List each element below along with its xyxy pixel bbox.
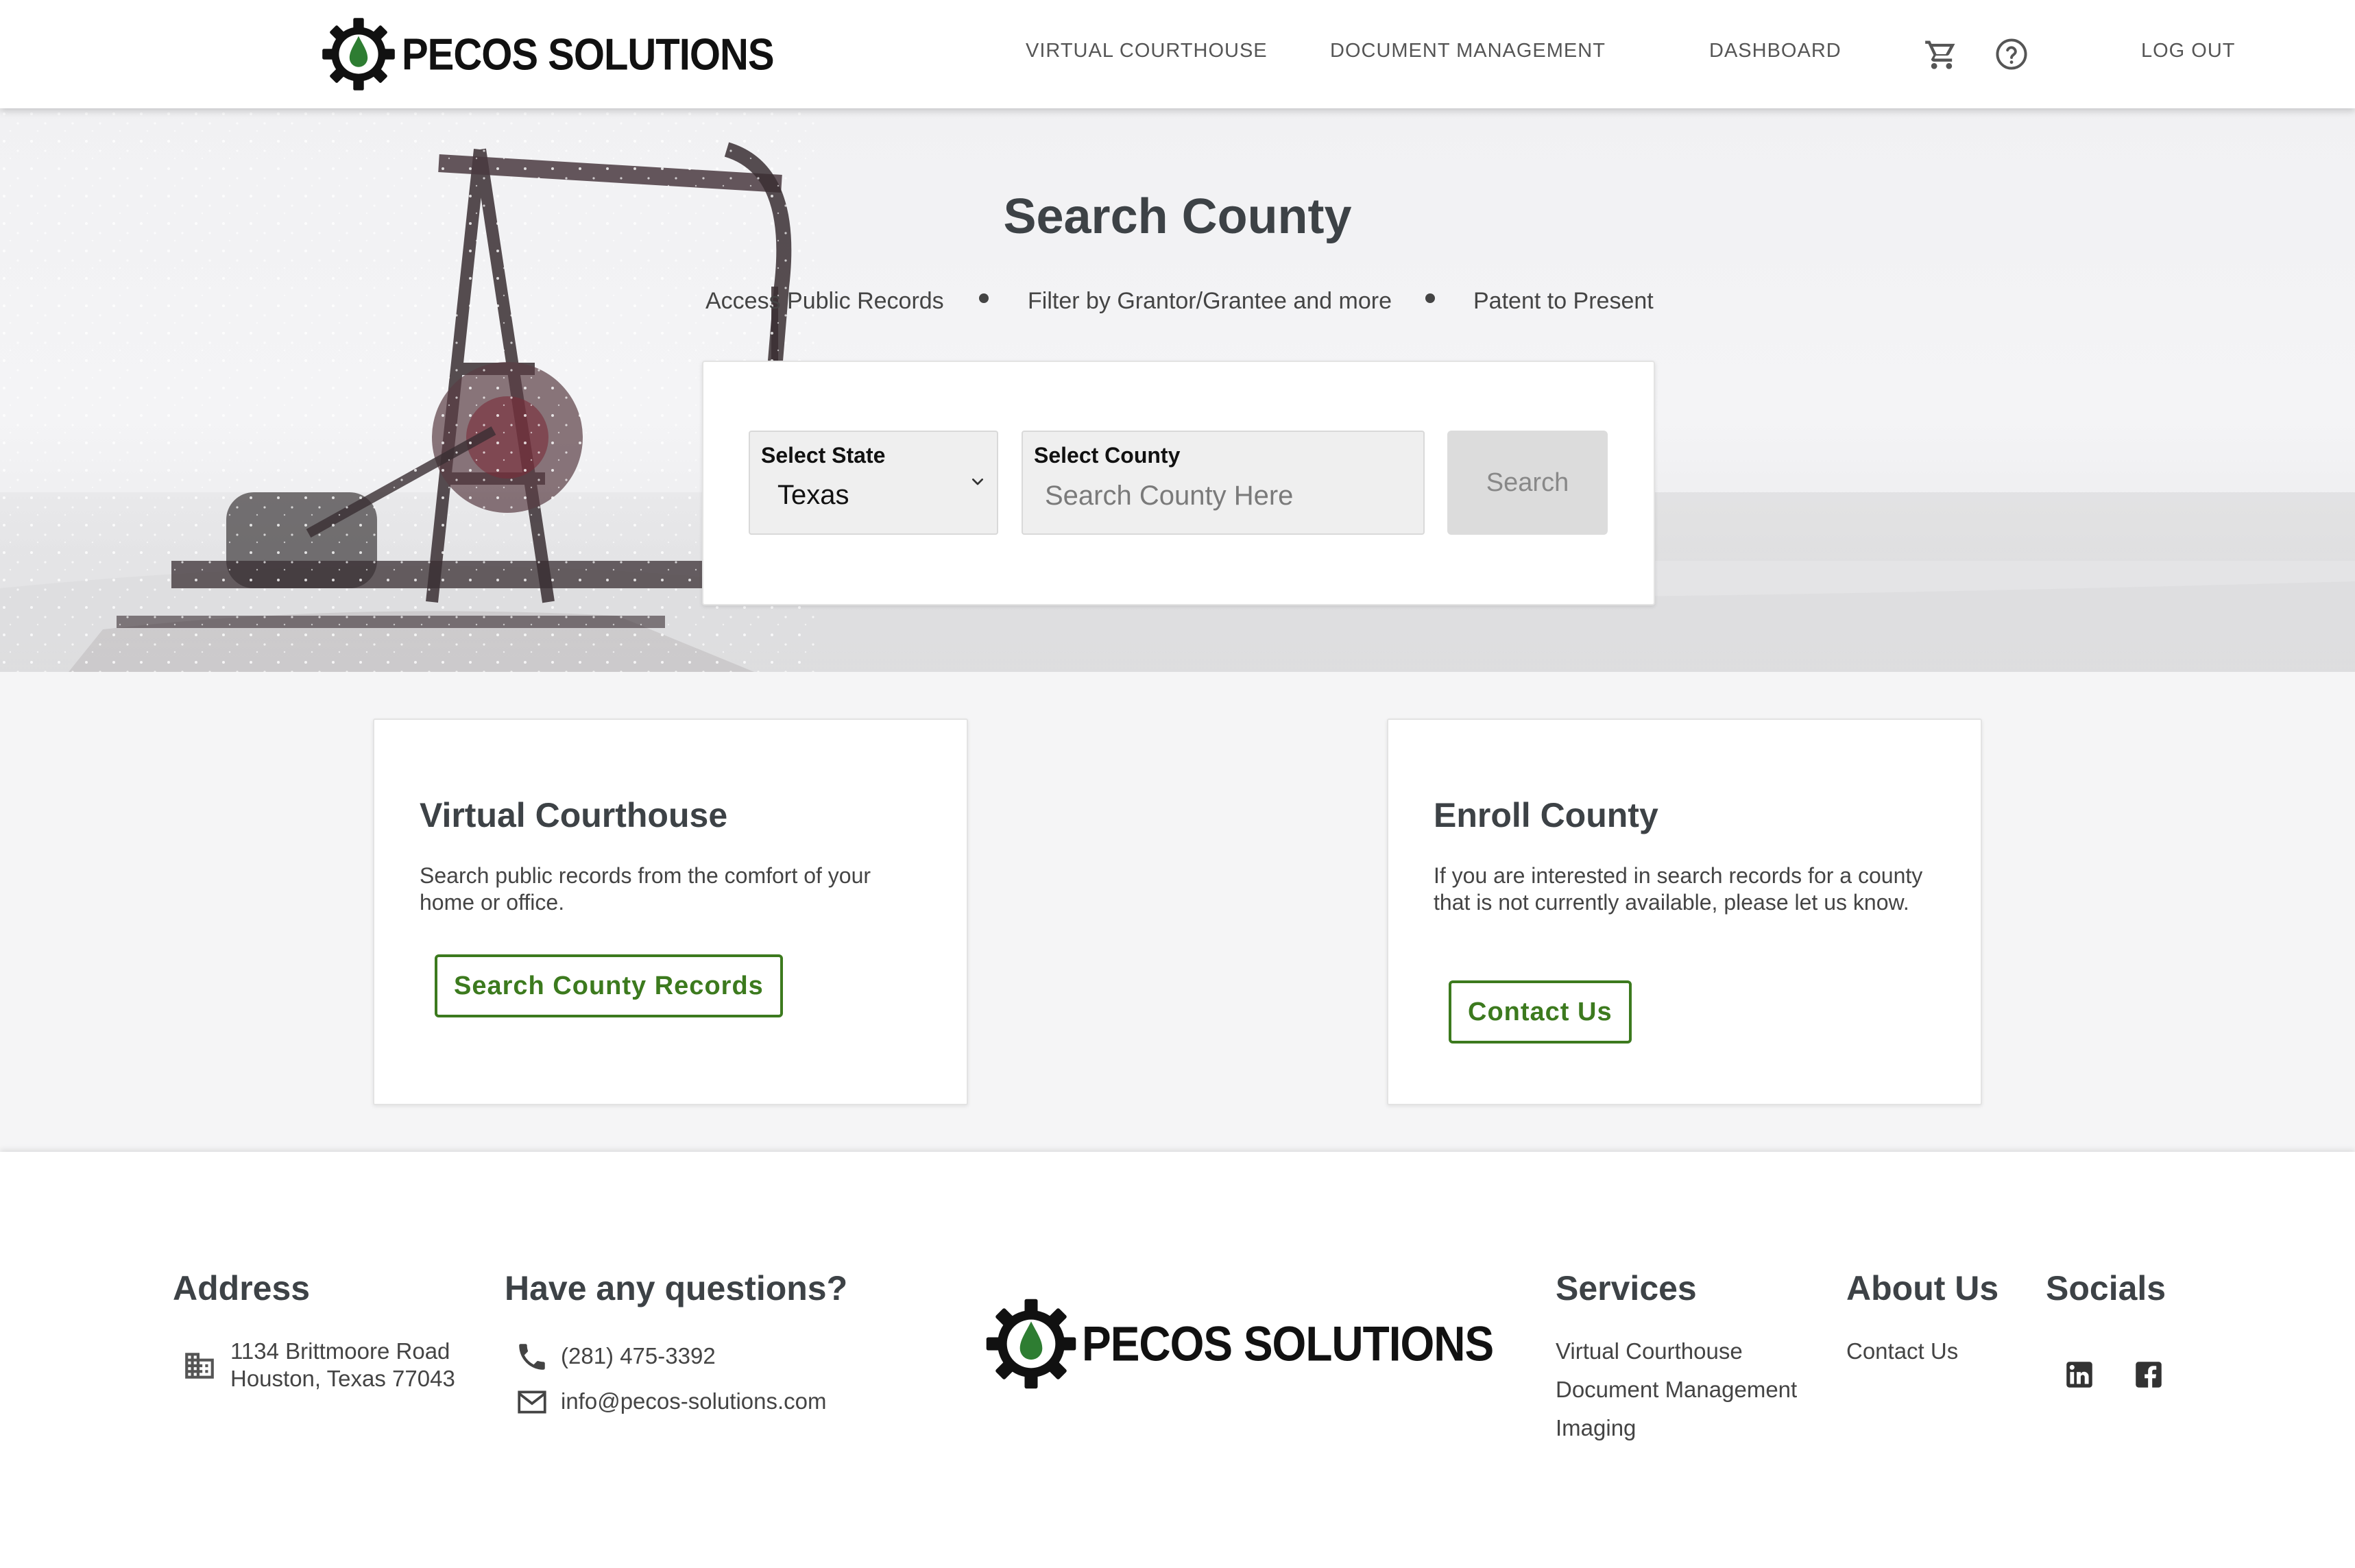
county-search-input[interactable] <box>1045 477 1401 514</box>
page-title: Search County <box>1003 189 1352 244</box>
footer-services-heading: Services <box>1556 1269 1697 1307</box>
gear-drop-logo-icon <box>322 18 395 91</box>
tagline-patent-to-present: Patent to Present <box>1473 288 1654 314</box>
brand-name: PECOS SOLUTIONS <box>402 29 775 80</box>
footer-link-document-management[interactable]: Document Management <box>1556 1376 1797 1403</box>
nav-log-out[interactable]: LOG OUT <box>2141 40 2236 62</box>
card-description: If you are interested in search records … <box>1434 863 1923 915</box>
nav-virtual-courthouse[interactable]: VIRTUAL COURTHOUSE <box>1026 40 1268 62</box>
footer-address-heading: Address <box>173 1269 311 1307</box>
state-select-label: Select State <box>761 443 886 468</box>
footer-link-contact-us[interactable]: Contact Us <box>1846 1338 1958 1365</box>
virtual-courthouse-card: Virtual Courthouse Search public records… <box>373 719 968 1105</box>
chevron-down-icon <box>972 479 983 485</box>
bullet-separator <box>979 293 989 303</box>
phone-icon <box>519 1344 545 1370</box>
bullet-separator <box>1425 293 1435 303</box>
state-select[interactable]: Select State Texas <box>749 431 998 535</box>
tagline-public-records: Access Public Records <box>705 288 944 314</box>
state-select-value: Texas <box>777 480 849 510</box>
tagline-grantor-grantee: Filter by Grantor/Grantee and more <box>1028 288 1392 314</box>
email-icon <box>518 1390 546 1414</box>
facebook-icon[interactable] <box>2131 1358 2166 1392</box>
footer-link-imaging[interactable]: Imaging <box>1556 1414 1636 1442</box>
top-navbar: PECOS SOLUTIONS VIRTUAL COURTHOUSE DOCUM… <box>0 0 2355 108</box>
county-search-card: Select State Texas Select County Search <box>702 361 1655 605</box>
nav-document-management[interactable]: DOCUMENT MANAGEMENT <box>1330 40 1606 62</box>
gear-drop-logo-icon <box>986 1299 1076 1389</box>
cards-section: Virtual Courthouse Search public records… <box>0 672 2355 1152</box>
shopping-cart-icon[interactable] <box>1924 36 1959 72</box>
address-line-2: Houston, Texas 77043 <box>230 1366 455 1391</box>
county-field-label: Select County <box>1034 443 1181 468</box>
hero-section: Search County Access Public Records Filt… <box>0 108 2355 672</box>
search-county-records-button[interactable]: Search County Records <box>435 954 783 1017</box>
brand-logo[interactable]: PECOS SOLUTIONS <box>321 16 775 92</box>
help-circle-icon[interactable] <box>1994 36 2029 72</box>
contact-us-button[interactable]: Contact Us <box>1449 980 1632 1044</box>
footer-questions-heading: Have any questions? <box>505 1269 848 1307</box>
footer-brand-name: PECOS SOLUTIONS <box>1082 1316 1494 1372</box>
nav-dashboard[interactable]: DASHBOARD <box>1709 40 1841 62</box>
county-field: Select County <box>1022 431 1425 535</box>
search-button[interactable]: Search <box>1447 431 1608 535</box>
building-icon <box>185 1353 214 1379</box>
footer-link-virtual-courthouse[interactable]: Virtual Courthouse <box>1556 1338 1743 1365</box>
page-footer: Address 1134 Brittmoore Road Houston, Te… <box>0 1152 2355 1568</box>
card-title: Virtual Courthouse <box>420 796 728 834</box>
enroll-county-card: Enroll County If you are interested in s… <box>1387 719 1982 1105</box>
footer-about-heading: About Us <box>1846 1269 1999 1307</box>
footer-socials-heading: Socials <box>2046 1269 2166 1307</box>
footer-brand-logo[interactable]: PECOS SOLUTIONS <box>985 1297 1494 1390</box>
card-title: Enroll County <box>1434 796 1658 834</box>
card-description: Search public records from the comfort o… <box>420 863 871 915</box>
address-line-1: 1134 Brittmoore Road <box>230 1338 450 1364</box>
footer-email[interactable]: info@pecos-solutions.com <box>561 1388 827 1415</box>
footer-phone[interactable]: (281) 475-3392 <box>561 1342 716 1370</box>
linkedin-icon[interactable] <box>2062 1358 2097 1392</box>
